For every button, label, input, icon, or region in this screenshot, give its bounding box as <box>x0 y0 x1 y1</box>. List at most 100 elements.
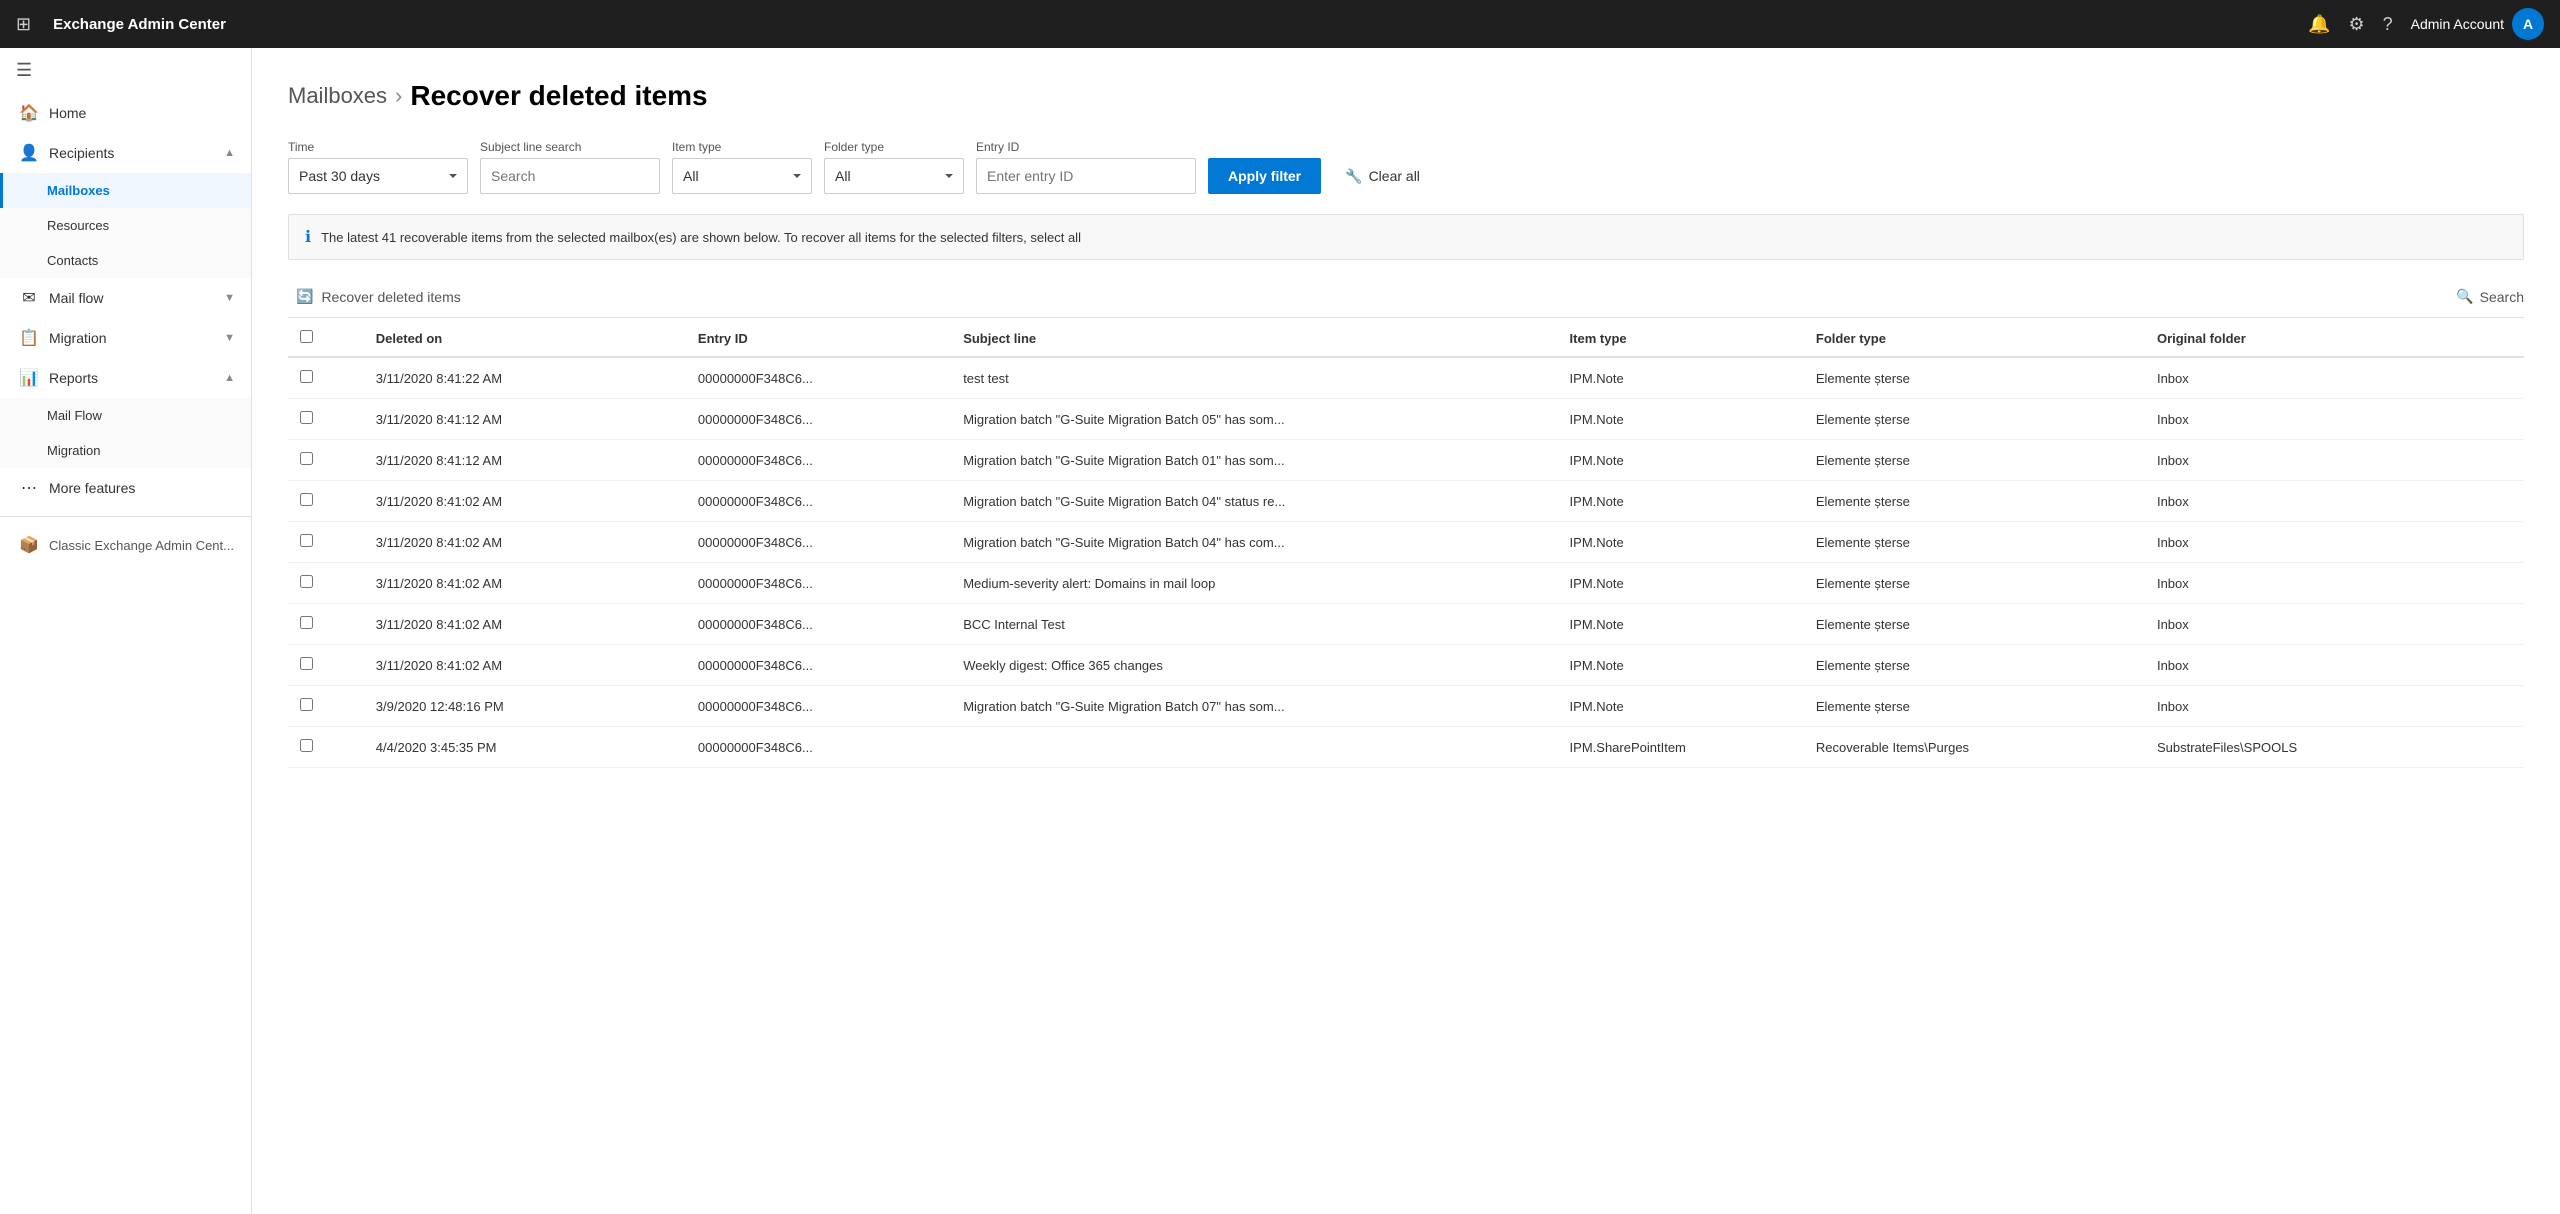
row-checkbox-9[interactable] <box>288 727 364 768</box>
row-checkbox-7[interactable] <box>288 645 364 686</box>
breadcrumb-parent[interactable]: Mailboxes <box>288 83 387 109</box>
row-checkbox-0[interactable] <box>288 357 364 399</box>
more-features-label: More features <box>49 480 135 496</box>
item-type-filter-select[interactable]: All Mail Calendar Contact Task <box>672 158 812 194</box>
time-filter-label: Time <box>288 140 468 154</box>
row-checkbox-6[interactable] <box>288 604 364 645</box>
table-search-button[interactable]: 🔍 Search <box>2456 288 2524 305</box>
user-name: Admin Account <box>2411 16 2504 32</box>
subject-search-input[interactable] <box>480 158 660 194</box>
col-header-checkbox <box>288 318 364 357</box>
filter-icon: 🔧 <box>1345 168 1362 185</box>
row-item-type-2: IPM.Note <box>1558 440 1804 481</box>
col-header-folder-type: Folder type <box>1804 318 2145 357</box>
row-folder-type-5: Elemente șterse <box>1804 563 2145 604</box>
subject-filter-group: Subject line search <box>480 140 660 194</box>
notification-icon[interactable]: 🔔 <box>2308 14 2330 35</box>
row-original-folder-9: SubstrateFiles\SPOOLS <box>2145 727 2524 768</box>
time-filter-group: Time Past 30 days Past 7 days Past 24 ho… <box>288 140 468 194</box>
sidebar-section-mailflow[interactable]: ✉ Mail flow ▼ <box>0 278 251 318</box>
row-folder-type-4: Elemente șterse <box>1804 522 2145 563</box>
sidebar-toggle[interactable]: ☰ <box>0 48 251 93</box>
help-icon[interactable]: ? <box>2383 14 2393 35</box>
entry-id-input[interactable] <box>976 158 1196 194</box>
sidebar-item-label: Home <box>49 105 86 121</box>
sidebar-item-home[interactable]: 🏠 Home <box>0 93 251 133</box>
sidebar: ☰ 🏠 Home 👤 Recipients ▲ Mailboxes Resour… <box>0 48 252 1214</box>
user-menu[interactable]: Admin Account A <box>2411 8 2544 40</box>
mailboxes-label: Mailboxes <box>47 183 110 198</box>
row-checkbox-8[interactable] <box>288 686 364 727</box>
sidebar-item-mailboxes[interactable]: Mailboxes <box>0 173 251 208</box>
row-original-folder-8: Inbox <box>2145 686 2524 727</box>
table-row: 3/11/2020 8:41:22 AM 00000000F348C6... t… <box>288 357 2524 399</box>
home-icon: 🏠 <box>19 103 39 123</box>
row-entry-id-5: 00000000F348C6... <box>686 563 951 604</box>
folder-type-filter-select[interactable]: All Inbox Deleted Items Sent Items <box>824 158 964 194</box>
row-folder-type-2: Elemente șterse <box>1804 440 2145 481</box>
search-label: Search <box>2480 289 2524 305</box>
more-features-icon: ⋯ <box>19 478 39 498</box>
row-entry-id-9: 00000000F348C6... <box>686 727 951 768</box>
row-checkbox-1[interactable] <box>288 399 364 440</box>
row-subject-6: BCC Internal Test <box>951 604 1557 645</box>
sidebar-item-resources[interactable]: Resources <box>0 208 251 243</box>
select-all-checkbox[interactable] <box>300 330 313 343</box>
sidebar-item-contacts[interactable]: Contacts <box>0 243 251 278</box>
row-subject-0: test test <box>951 357 1557 399</box>
row-folder-type-0: Elemente șterse <box>1804 357 2145 399</box>
row-subject-3: Migration batch "G-Suite Migration Batch… <box>951 481 1557 522</box>
row-entry-id-0: 00000000F348C6... <box>686 357 951 399</box>
sidebar-item-classic[interactable]: 📦 Classic Exchange Admin Cent... <box>0 525 251 565</box>
row-original-folder-5: Inbox <box>2145 563 2524 604</box>
row-subject-2: Migration batch "G-Suite Migration Batch… <box>951 440 1557 481</box>
table-row: 3/11/2020 8:41:12 AM 00000000F348C6... M… <box>288 399 2524 440</box>
breadcrumb: Mailboxes › Recover deleted items <box>288 80 2524 112</box>
chevron-up-icon: ▲ <box>224 147 235 159</box>
row-original-folder-3: Inbox <box>2145 481 2524 522</box>
sidebar-section-reports[interactable]: 📊 Reports ▲ <box>0 358 251 398</box>
row-original-folder-0: Inbox <box>2145 357 2524 399</box>
row-subject-7: Weekly digest: Office 365 changes <box>951 645 1557 686</box>
info-icon: ℹ <box>305 227 311 247</box>
row-checkbox-4[interactable] <box>288 522 364 563</box>
page-title: Recover deleted items <box>410 80 707 112</box>
time-filter-select[interactable]: Past 30 days Past 7 days Past 24 hours C… <box>288 158 468 194</box>
mailflow-sub-label: Mail Flow <box>47 408 102 423</box>
sidebar-item-mailflow-sub[interactable]: Mail Flow <box>0 398 251 433</box>
chevron-down-icon: ▼ <box>224 292 235 304</box>
apply-filter-button[interactable]: Apply filter <box>1208 158 1321 194</box>
reports-icon: 📊 <box>19 368 39 388</box>
classic-icon: 📦 <box>19 535 39 555</box>
row-folder-type-8: Elemente șterse <box>1804 686 2145 727</box>
sidebar-item-migration-sub[interactable]: Migration <box>0 433 251 468</box>
row-deleted-on-2: 3/11/2020 8:41:12 AM <box>364 440 686 481</box>
recover-deleted-items-button[interactable]: 🔄 Recover deleted items <box>288 284 469 309</box>
row-original-folder-4: Inbox <box>2145 522 2524 563</box>
info-text: The latest 41 recoverable items from the… <box>321 230 1081 245</box>
deleted-items-table: Deleted on Entry ID Subject line Item ty… <box>288 318 2524 768</box>
row-subject-5: Medium-severity alert: Domains in mail l… <box>951 563 1557 604</box>
apps-icon[interactable]: ⊞ <box>16 14 31 35</box>
row-entry-id-4: 00000000F348C6... <box>686 522 951 563</box>
row-checkbox-3[interactable] <box>288 481 364 522</box>
row-deleted-on-6: 3/11/2020 8:41:02 AM <box>364 604 686 645</box>
row-entry-id-7: 00000000F348C6... <box>686 645 951 686</box>
row-original-folder-1: Inbox <box>2145 399 2524 440</box>
migration-icon: 📋 <box>19 328 39 348</box>
sidebar-section-migration[interactable]: 📋 Migration ▼ <box>0 318 251 358</box>
settings-icon[interactable]: ⚙ <box>2348 14 2364 35</box>
recipients-label: Recipients <box>49 145 114 161</box>
row-deleted-on-3: 3/11/2020 8:41:02 AM <box>364 481 686 522</box>
row-checkbox-2[interactable] <box>288 440 364 481</box>
sidebar-section-recipients[interactable]: 👤 Recipients ▲ <box>0 133 251 173</box>
folder-type-filter-label: Folder type <box>824 140 964 154</box>
folder-type-filter-group: Folder type All Inbox Deleted Items Sent… <box>824 140 964 194</box>
clear-all-button[interactable]: 🔧 Clear all <box>1333 158 1432 194</box>
app-title: Exchange Admin Center <box>53 16 226 33</box>
row-subject-8: Migration batch "G-Suite Migration Batch… <box>951 686 1557 727</box>
sidebar-item-more-features[interactable]: ⋯ More features <box>0 468 251 508</box>
row-entry-id-6: 00000000F348C6... <box>686 604 951 645</box>
row-checkbox-5[interactable] <box>288 563 364 604</box>
table-row: 3/11/2020 8:41:02 AM 00000000F348C6... M… <box>288 481 2524 522</box>
